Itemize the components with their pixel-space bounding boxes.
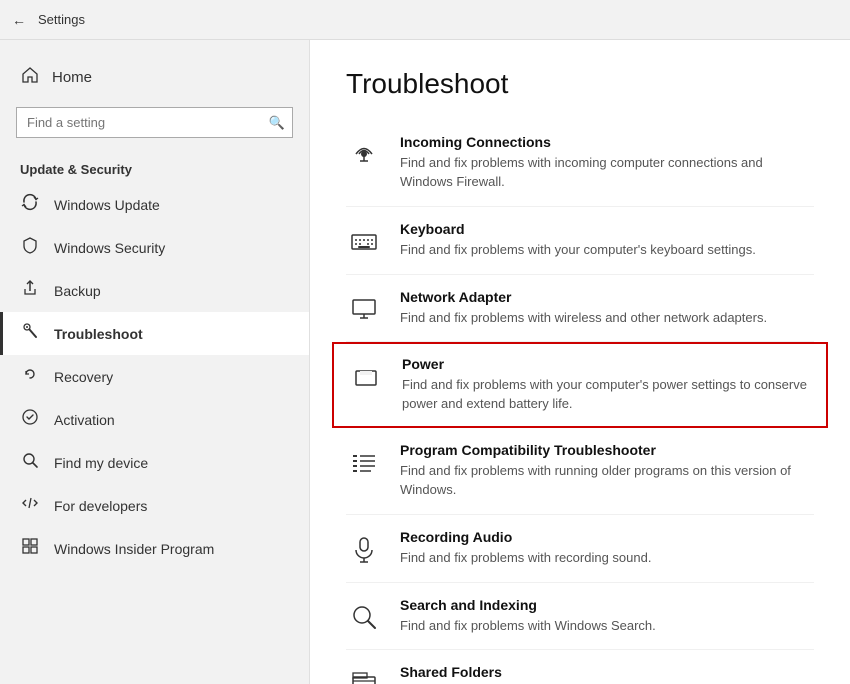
sidebar-item-label: Backup xyxy=(54,283,101,299)
item-desc: Find and fix problems with your computer… xyxy=(400,241,756,260)
troubleshoot-text: Power Find and fix problems with your co… xyxy=(402,356,812,414)
troubleshoot-item-power[interactable]: Power Find and fix problems with your co… xyxy=(332,342,828,428)
sidebar-item-label: Activation xyxy=(54,412,115,428)
recovery-icon xyxy=(20,365,40,388)
sidebar-item-activation[interactable]: Activation xyxy=(0,398,309,441)
refresh-icon xyxy=(20,193,40,216)
signal-icon xyxy=(346,136,382,172)
sidebar-item-home[interactable]: Home xyxy=(0,56,309,99)
troubleshoot-text: Incoming Connections Find and fix proble… xyxy=(400,134,814,192)
sidebar-item-label: Windows Insider Program xyxy=(54,541,214,557)
search-box: 🔍 xyxy=(16,107,293,138)
home-icon xyxy=(20,66,40,89)
insider-icon xyxy=(20,537,40,560)
item-desc: Find and fix problems with running older… xyxy=(400,462,814,500)
sidebar: Home 🔍 Update & Security Windows Update xyxy=(0,40,310,684)
item-title: Incoming Connections xyxy=(400,134,814,150)
monitor-icon xyxy=(346,291,382,327)
activation-icon xyxy=(20,408,40,431)
sidebar-item-windows-insider[interactable]: Windows Insider Program xyxy=(0,527,309,570)
sidebar-item-label: For developers xyxy=(54,498,147,514)
tools-icon xyxy=(20,322,40,345)
sidebar-item-windows-update[interactable]: Windows Update xyxy=(0,183,309,226)
developer-icon xyxy=(20,494,40,517)
find-icon xyxy=(20,451,40,474)
troubleshoot-item-keyboard[interactable]: Keyboard Find and fix problems with your… xyxy=(346,207,814,275)
troubleshoot-text: Recording Audio Find and fix problems wi… xyxy=(400,529,651,568)
item-desc: Find and fix problems with incoming comp… xyxy=(400,154,814,192)
power-icon xyxy=(348,358,384,394)
drive-icon xyxy=(346,666,382,684)
troubleshoot-item-recording-audio[interactable]: Recording Audio Find and fix problems wi… xyxy=(346,515,814,583)
content-area: Troubleshoot Incoming Connections Find a… xyxy=(310,40,850,684)
main-container: Home 🔍 Update & Security Windows Update xyxy=(0,40,850,684)
troubleshoot-text: Shared Folders Find and fix problems wit… xyxy=(400,664,814,684)
sidebar-item-label: Windows Update xyxy=(54,197,160,213)
list-icon xyxy=(346,444,382,480)
search-icon xyxy=(346,599,382,635)
sidebar-section-title: Update & Security xyxy=(0,154,309,183)
sidebar-item-label: Troubleshoot xyxy=(54,326,143,342)
page-title: Troubleshoot xyxy=(346,68,814,100)
backup-icon xyxy=(20,279,40,302)
sidebar-item-find-my-device[interactable]: Find my device xyxy=(0,441,309,484)
sidebar-item-windows-security[interactable]: Windows Security xyxy=(0,226,309,269)
troubleshoot-text: Network Adapter Find and fix problems wi… xyxy=(400,289,767,328)
item-title: Search and Indexing xyxy=(400,597,656,613)
troubleshoot-item-shared-folders[interactable]: Shared Folders Find and fix problems wit… xyxy=(346,650,814,684)
troubleshoot-item-network-adapter[interactable]: Network Adapter Find and fix problems wi… xyxy=(346,275,814,343)
troubleshoot-item-incoming-connections[interactable]: Incoming Connections Find and fix proble… xyxy=(346,120,814,207)
sidebar-item-recovery[interactable]: Recovery xyxy=(0,355,309,398)
item-title: Recording Audio xyxy=(400,529,651,545)
sidebar-item-troubleshoot[interactable]: Troubleshoot xyxy=(0,312,309,355)
sidebar-item-label: Recovery xyxy=(54,369,113,385)
sidebar-item-for-developers[interactable]: For developers xyxy=(0,484,309,527)
search-input[interactable] xyxy=(16,107,293,138)
shield-icon xyxy=(20,236,40,259)
item-title: Power xyxy=(402,356,812,372)
item-title: Network Adapter xyxy=(400,289,767,305)
titlebar: ← Settings xyxy=(0,0,850,40)
troubleshoot-item-program-compatibility[interactable]: Program Compatibility Troubleshooter Fin… xyxy=(346,428,814,515)
item-desc: Find and fix problems with wireless and … xyxy=(400,309,767,328)
troubleshoot-text: Search and Indexing Find and fix problem… xyxy=(400,597,656,636)
item-desc: Find and fix problems with Windows Searc… xyxy=(400,617,656,636)
sidebar-item-backup[interactable]: Backup xyxy=(0,269,309,312)
item-desc: Find and fix problems with recording sou… xyxy=(400,549,651,568)
keyboard-icon xyxy=(346,223,382,259)
sidebar-item-label: Windows Security xyxy=(54,240,165,256)
home-label: Home xyxy=(52,69,92,86)
search-icon: 🔍 xyxy=(269,115,285,131)
item-title: Shared Folders xyxy=(400,664,814,680)
back-button[interactable]: ← xyxy=(12,12,26,28)
item-title: Program Compatibility Troubleshooter xyxy=(400,442,814,458)
troubleshoot-text: Keyboard Find and fix problems with your… xyxy=(400,221,756,260)
troubleshoot-item-search-indexing[interactable]: Search and Indexing Find and fix problem… xyxy=(346,583,814,651)
titlebar-title: Settings xyxy=(38,12,85,27)
sidebar-item-label: Find my device xyxy=(54,455,148,471)
item-desc: Find and fix problems with your computer… xyxy=(402,376,812,414)
item-title: Keyboard xyxy=(400,221,756,237)
troubleshoot-text: Program Compatibility Troubleshooter Fin… xyxy=(400,442,814,500)
microphone-icon xyxy=(346,531,382,567)
